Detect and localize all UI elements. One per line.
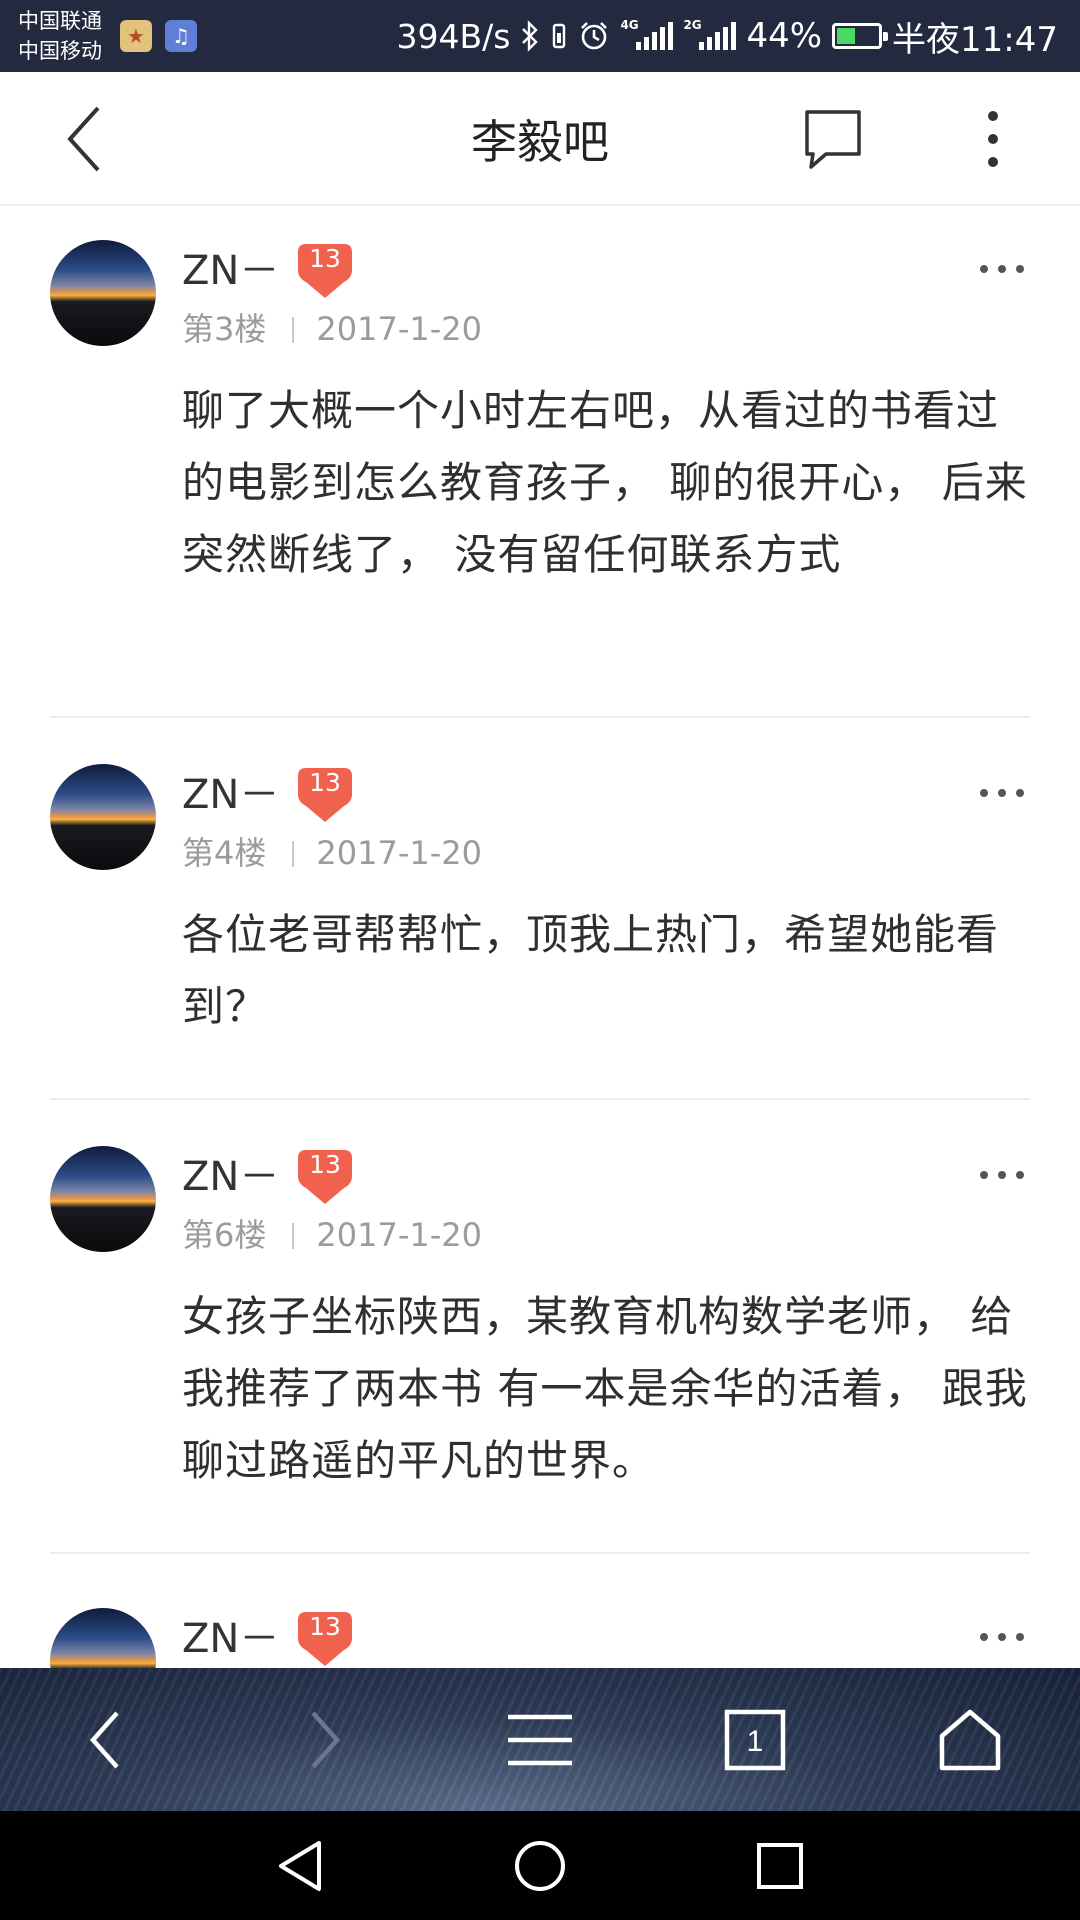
post-date: 2017-1-20 [316, 834, 482, 872]
level-number: 13 [309, 768, 341, 797]
menu-icon [508, 1714, 572, 1765]
level-badge: 13 [296, 766, 354, 824]
post-item: ZN－ 13 第4楼 2017-1-20 各位老哥帮帮忙，顶我上热门，希望她能看到… [0, 718, 1080, 1100]
bluetooth-icon [522, 20, 539, 52]
tabs-count: 1 [747, 1725, 764, 1758]
avatar[interactable] [50, 764, 156, 870]
level-badge: 13 [296, 1148, 354, 1206]
avatar[interactable] [50, 1608, 156, 1668]
level-badge: 13 [296, 242, 354, 300]
nav-home-icon [515, 1840, 565, 1891]
post-item: ZN－ 13 第3楼 2017-1-20 聊了大概一个小时左右吧，从看过的书看过的… [0, 208, 1080, 718]
toolbar-tabs-button[interactable]: 1 [710, 1668, 800, 1811]
username[interactable]: ZN－ [182, 238, 279, 296]
post-date: 2017-1-20 [316, 1216, 482, 1254]
level-number: 13 [309, 244, 341, 273]
vibrate-icon [553, 23, 566, 49]
carrier-2: 中国移动 [18, 39, 102, 63]
post-menu-icon[interactable] [978, 1631, 1026, 1643]
avatar[interactable] [50, 240, 156, 346]
post-content: 各位老哥帮帮忙，顶我上热门，希望她能看到？ [182, 910, 1000, 1031]
username[interactable]: ZN－ [182, 762, 279, 820]
username[interactable]: ZN－ [182, 1144, 279, 1202]
home-icon [939, 1709, 1001, 1770]
post-meta: 第3楼 2017-1-20 [182, 304, 482, 350]
post-item: ZN－ 13 [0, 1554, 1080, 1668]
post-date: 2017-1-20 [316, 310, 482, 348]
page-title: 李毅吧 [471, 115, 609, 169]
alarm-icon [581, 22, 608, 50]
top-header: 李毅吧 [0, 72, 1080, 206]
back-icon [89, 1711, 119, 1768]
post-list: ZN－ 13 第3楼 2017-1-20 聊了大概一个小时左右吧，从看过的书看过的… [0, 208, 1080, 1668]
post-menu-icon[interactable] [978, 1169, 1026, 1181]
avatar[interactable] [50, 1146, 156, 1252]
toolbar-back-button[interactable] [60, 1668, 150, 1811]
status-bar: 中国联通 中国移动 ★ ♫ 394B/s 4G 2G 44% 半夜11:47 [0, 0, 1080, 72]
reply-button[interactable] [800, 106, 866, 172]
toolbar-forward-button[interactable] [280, 1668, 370, 1811]
system-recents-button[interactable] [740, 1811, 820, 1920]
post-content: 女孩子坐标陕西，某教育机构数学老师， 给我推荐了两本书 有一本是余华的活着， 跟… [182, 1292, 1028, 1485]
floor-number: 第6楼 [182, 1216, 267, 1254]
nav-back-icon [279, 1840, 321, 1891]
system-home-button[interactable] [500, 1811, 580, 1920]
net-speed: 394B/s [396, 16, 511, 56]
more-vertical-icon [988, 111, 998, 167]
reply-icon [805, 110, 861, 169]
battery-icon [832, 23, 889, 49]
post-menu-icon[interactable] [978, 263, 1026, 275]
clock: 半夜11:47 [892, 19, 1058, 60]
meta-separator [292, 1223, 295, 1249]
carrier-1: 中国联通 [18, 9, 102, 33]
post-item: ZN－ 13 第6楼 2017-1-20 女孩子坐标陕西，某教育机构数学老师， 给… [0, 1100, 1080, 1554]
music-app-icon: ♫ [165, 20, 197, 52]
signal-2-icon: 2G [683, 18, 737, 50]
post-menu-icon[interactable] [978, 787, 1026, 799]
level-number: 13 [309, 1150, 341, 1179]
nav-recents-icon [757, 1842, 803, 1889]
status-right: 394B/s 4G 2G 44% 半夜11:47 [397, 0, 1059, 72]
floor-number: 第3楼 [182, 310, 267, 348]
system-back-button[interactable] [260, 1811, 340, 1920]
username[interactable]: ZN－ [182, 1606, 279, 1664]
carrier-info: 中国联通 中国移动 [18, 6, 102, 66]
forward-icon [311, 1711, 341, 1768]
system-nav-bar [0, 1811, 1080, 1920]
post-content: 聊了大概一个小时左右吧，从看过的书看过的电影到怎么教育孩子， 聊的很开心， 后来… [182, 386, 1028, 579]
meta-separator [292, 317, 295, 343]
more-options-button[interactable] [975, 102, 1011, 176]
post-meta: 第4楼 2017-1-20 [182, 828, 482, 874]
level-badge: 13 [296, 1610, 354, 1668]
browser-toolbar: 1 [0, 1668, 1080, 1811]
toolbar-menu-button[interactable] [495, 1668, 585, 1811]
floor-number: 第4楼 [182, 834, 267, 872]
level-number: 13 [309, 1612, 341, 1641]
post-meta: 第6楼 2017-1-20 [182, 1210, 482, 1256]
tabs-icon: 1 [724, 1709, 786, 1770]
star-app-icon: ★ [120, 20, 152, 52]
battery-percent: 44% [746, 16, 823, 56]
toolbar-home-button[interactable] [925, 1668, 1015, 1811]
signal-1-icon: 4G [620, 18, 674, 50]
meta-separator [292, 841, 295, 867]
